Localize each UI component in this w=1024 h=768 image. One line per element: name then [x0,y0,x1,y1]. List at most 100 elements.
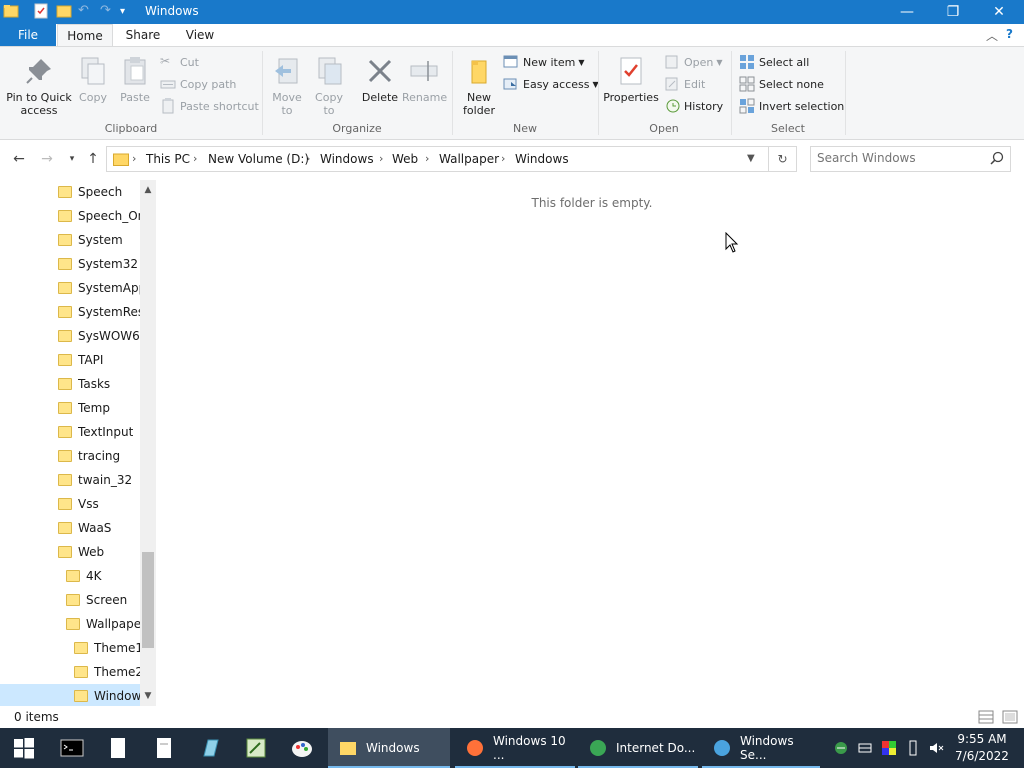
history-button[interactable]: History [664,96,723,116]
search-input[interactable] [817,151,987,165]
nav-tree-item[interactable]: System [0,228,140,252]
taskbar-task[interactable]: Windows [328,728,450,768]
minimize-button[interactable]: — [884,0,930,24]
taskbar-task[interactable]: Windows Se... [702,728,820,768]
copy-path-button[interactable]: Copy path [160,74,236,94]
taskbar-task[interactable]: Internet Do... [578,728,698,768]
tab-share[interactable]: Share [116,24,170,46]
nav-tree-item[interactable]: Vss [0,492,140,516]
scroll-down-icon[interactable]: ▼ [140,688,156,704]
nav-tree-item[interactable]: TAPI [0,348,140,372]
nav-tree-item[interactable]: twain_32 [0,468,140,492]
scroll-thumb[interactable] [142,552,154,648]
select-none-button[interactable]: Select none [739,74,824,94]
nav-tree-item[interactable]: System32 [0,252,140,276]
nav-tree-item[interactable]: Theme1 [0,636,140,660]
new-folder-quick-icon[interactable] [56,3,72,19]
breadcrumb-new-volume[interactable]: New Volume (D:) [208,152,309,166]
nav-tree-item[interactable]: 4K [0,564,140,588]
nav-tree-item[interactable]: TextInput [0,420,140,444]
select-all-button[interactable]: Select all [739,52,809,72]
pin-to-quick-access-button[interactable]: Pin to Quick access [4,55,74,117]
tab-home[interactable]: Home [57,24,113,46]
nav-tree-item[interactable]: Theme2 [0,660,140,684]
document-icon[interactable] [152,736,176,760]
notepad-icon[interactable] [106,736,130,760]
tab-file[interactable]: File [0,24,56,46]
nav-tree-item[interactable]: Temp [0,396,140,420]
nav-tree-item[interactable]: Windows [0,684,140,706]
nav-tree-item[interactable]: Web [0,540,140,564]
paint-icon[interactable] [290,736,314,760]
large-icons-view-icon[interactable] [1002,710,1018,724]
cut-button[interactable]: ✂ Cut [160,52,199,72]
scroll-up-icon[interactable]: ▲ [140,182,156,198]
new-item-button[interactable]: New item ▼ [503,52,585,72]
nav-tree-item[interactable]: Speech [0,180,140,204]
tab-view[interactable]: View [174,24,226,46]
nav-tree-item-label: TextInput [78,425,134,439]
edit-button[interactable]: Edit [664,74,705,94]
paste-button[interactable]: Paste [117,55,153,104]
windows-start-icon[interactable] [12,736,36,760]
move-to-button[interactable]: Move to [268,55,306,117]
refresh-button[interactable]: ↻ [769,146,797,172]
properties-button[interactable]: Properties [603,55,659,104]
copy-button[interactable]: Copy [76,55,110,104]
notebook-icon[interactable] [198,736,222,760]
command-prompt-icon[interactable] [60,736,84,760]
nav-tree-item[interactable]: Speech_One [0,204,140,228]
nav-tree-item[interactable]: Tasks [0,372,140,396]
tray-usb-icon[interactable] [905,740,921,756]
customize-quick-access-icon[interactable]: ▾ [120,6,136,22]
redo-icon[interactable]: ↷ [100,3,116,19]
help-icon[interactable]: ? [1006,27,1013,41]
nav-tree-item[interactable]: SysWOW64 [0,324,140,348]
nav-tree-item[interactable]: SystemApps [0,276,140,300]
address-bar[interactable]: › This PC › New Volume (D:) › Windows › … [106,146,769,172]
nav-tree-item[interactable]: Screen [0,588,140,612]
breadcrumb-this-pc[interactable]: This PC [146,152,190,166]
properties-quick-icon[interactable] [33,3,49,19]
nav-tree-item[interactable]: Wallpaper [0,612,140,636]
nav-tree-item-label: twain_32 [78,473,133,487]
breadcrumb-windows-current[interactable]: Windows [515,152,569,166]
tray-network-app-icon[interactable] [833,740,849,756]
details-view-icon[interactable] [978,710,994,724]
rename-button[interactable]: Rename [402,55,447,104]
nav-scrollbar[interactable]: ▲ ▼ [140,180,156,706]
tray-settings-icon[interactable] [857,740,873,756]
nav-tree-item[interactable]: tracing [0,444,140,468]
up-button[interactable]: ↑ [84,150,102,168]
address-dropdown-icon[interactable]: ▼ [747,153,755,164]
search-box[interactable] [810,146,1011,172]
copy-to-button[interactable]: Copy to [310,55,348,117]
undo-icon[interactable]: ↶ [78,3,94,19]
nav-tree-item[interactable]: SystemReso [0,300,140,324]
new-folder-button[interactable]: New folder [458,55,500,117]
forward-button[interactable]: → [38,150,56,168]
paste-shortcut-button[interactable]: Paste shortcut [160,96,259,116]
nav-tree-item-label: Speech [78,185,123,199]
delete-button[interactable]: Delete [358,55,402,104]
recent-locations-button[interactable]: ▾ [63,150,81,168]
breadcrumb-wallpaper[interactable]: Wallpaper [439,152,499,166]
restore-button[interactable]: ❐ [930,0,976,24]
easy-access-button[interactable]: Easy access ▼ [503,74,599,94]
nav-tree-item-label: TAPI [78,353,104,367]
nav-tree-item-label: Tasks [78,377,111,391]
file-list-area[interactable]: This folder is empty. [160,180,1024,706]
back-button[interactable]: ← [10,150,28,168]
open-button[interactable]: Open ▼ [664,52,723,72]
taskbar-task[interactable]: Windows 10 ... [455,728,575,768]
editor-icon[interactable] [244,736,268,760]
tray-color-icon[interactable] [881,740,897,756]
volume-muted-icon[interactable] [928,740,944,756]
breadcrumb-windows[interactable]: Windows [320,152,374,166]
invert-selection-button[interactable]: Invert selection [739,96,844,116]
collapse-ribbon-icon[interactable]: ︿ [986,27,998,44]
breadcrumb-web[interactable]: Web [392,152,418,166]
system-clock[interactable]: 9:55 AM 7/6/2022 [950,731,1014,765]
close-button[interactable]: ✕ [976,0,1022,24]
nav-tree-item[interactable]: WaaS [0,516,140,540]
